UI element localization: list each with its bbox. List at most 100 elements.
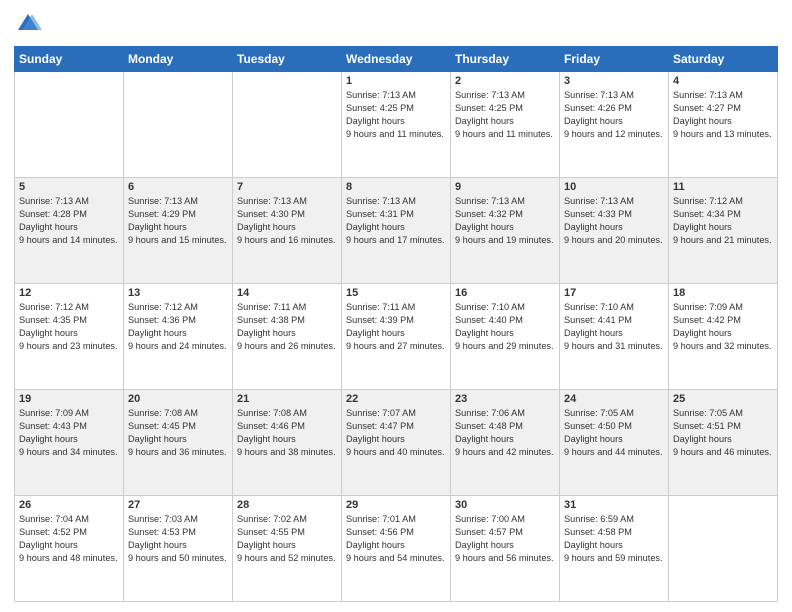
day-info: Sunrise: 7:08 AMSunset: 4:45 PMDaylight … <box>128 407 228 459</box>
weekday-header-sunday: Sunday <box>15 47 124 72</box>
day-cell: 20 Sunrise: 7:08 AMSunset: 4:45 PMDayligh… <box>124 390 233 496</box>
day-number: 3 <box>564 75 664 87</box>
day-info: Sunrise: 7:13 AMSunset: 4:31 PMDaylight … <box>346 195 446 247</box>
day-info: Sunrise: 7:10 AMSunset: 4:40 PMDaylight … <box>455 301 555 353</box>
day-cell: 8 Sunrise: 7:13 AMSunset: 4:31 PMDaylight… <box>342 178 451 284</box>
day-cell: 22Sunrise: 7:07 AMSunset: 4:47 PMDayligh… <box>342 390 451 496</box>
day-info: Sunrise: 7:12 AMSunset: 4:35 PMDaylight … <box>19 301 119 353</box>
week-row-2: 5 Sunrise: 7:13 AMSunset: 4:28 PMDaylight… <box>15 178 778 284</box>
weekday-header-monday: Monday <box>124 47 233 72</box>
day-info: Sunrise: 7:00 AMSunset: 4:57 PMDaylight … <box>455 513 555 565</box>
day-cell: 5 Sunrise: 7:13 AMSunset: 4:28 PMDaylight… <box>15 178 124 284</box>
day-number: 20 <box>128 393 228 405</box>
day-number: 31 <box>564 499 664 511</box>
day-info: Sunrise: 7:13 AMSunset: 4:25 PMDaylight … <box>346 89 446 141</box>
day-number: 16 <box>455 287 555 299</box>
day-number: 22 <box>346 393 446 405</box>
day-info: Sunrise: 7:03 AMSunset: 4:53 PMDaylight … <box>128 513 228 565</box>
day-info: Sunrise: 7:08 AMSunset: 4:46 PMDaylight … <box>237 407 337 459</box>
day-number: 11 <box>673 181 773 193</box>
day-info: Sunrise: 7:05 AMSunset: 4:50 PMDaylight … <box>564 407 664 459</box>
header <box>14 10 778 38</box>
day-cell <box>15 72 124 178</box>
day-number: 18 <box>673 287 773 299</box>
day-cell: 7 Sunrise: 7:13 AMSunset: 4:30 PMDaylight… <box>233 178 342 284</box>
day-number: 13 <box>128 287 228 299</box>
day-cell: 25Sunrise: 7:05 AMSunset: 4:51 PMDayligh… <box>669 390 778 496</box>
day-number: 24 <box>564 393 664 405</box>
day-cell: 11 Sunrise: 7:12 AMSunset: 4:34 PMDayligh… <box>669 178 778 284</box>
day-number: 23 <box>455 393 555 405</box>
day-number: 14 <box>237 287 337 299</box>
week-row-3: 12 Sunrise: 7:12 AMSunset: 4:35 PMDayligh… <box>15 284 778 390</box>
weekday-header-tuesday: Tuesday <box>233 47 342 72</box>
day-cell: 4Sunrise: 7:13 AMSunset: 4:27 PMDaylight… <box>669 72 778 178</box>
day-cell: 3 Sunrise: 7:13 AMSunset: 4:26 PMDaylight… <box>560 72 669 178</box>
day-info: Sunrise: 7:09 AMSunset: 4:42 PMDaylight … <box>673 301 773 353</box>
day-cell: 13 Sunrise: 7:12 AMSunset: 4:36 PMDayligh… <box>124 284 233 390</box>
day-number: 2 <box>455 75 555 87</box>
day-info: Sunrise: 7:06 AMSunset: 4:48 PMDaylight … <box>455 407 555 459</box>
day-cell: 1 Sunrise: 7:13 AMSunset: 4:25 PMDaylight… <box>342 72 451 178</box>
day-cell: 23 Sunrise: 7:06 AMSunset: 4:48 PMDayligh… <box>451 390 560 496</box>
day-cell: 15 Sunrise: 7:11 AMSunset: 4:39 PMDayligh… <box>342 284 451 390</box>
day-cell <box>124 72 233 178</box>
day-cell: 17Sunrise: 7:10 AMSunset: 4:41 PMDayligh… <box>560 284 669 390</box>
day-info: Sunrise: 7:13 AMSunset: 4:28 PMDaylight … <box>19 195 119 247</box>
day-cell: 9 Sunrise: 7:13 AMSunset: 4:32 PMDaylight… <box>451 178 560 284</box>
calendar-page: SundayMondayTuesdayWednesdayThursdayFrid… <box>0 0 792 612</box>
day-number: 29 <box>346 499 446 511</box>
day-number: 8 <box>346 181 446 193</box>
day-number: 10 <box>564 181 664 193</box>
day-cell: 31Sunrise: 6:59 AMSunset: 4:58 PMDayligh… <box>560 496 669 602</box>
day-number: 21 <box>237 393 337 405</box>
week-row-5: 26 Sunrise: 7:04 AMSunset: 4:52 PMDayligh… <box>15 496 778 602</box>
day-cell: 10 Sunrise: 7:13 AMSunset: 4:33 PMDayligh… <box>560 178 669 284</box>
day-number: 27 <box>128 499 228 511</box>
day-cell: 29 Sunrise: 7:01 AMSunset: 4:56 PMDayligh… <box>342 496 451 602</box>
day-number: 26 <box>19 499 119 511</box>
weekday-header-row: SundayMondayTuesdayWednesdayThursdayFrid… <box>15 47 778 72</box>
day-cell <box>233 72 342 178</box>
day-number: 15 <box>346 287 446 299</box>
week-row-1: 1 Sunrise: 7:13 AMSunset: 4:25 PMDaylight… <box>15 72 778 178</box>
day-cell <box>669 496 778 602</box>
day-cell: 2 Sunrise: 7:13 AMSunset: 4:25 PMDaylight… <box>451 72 560 178</box>
day-info: Sunrise: 7:09 AMSunset: 4:43 PMDaylight … <box>19 407 119 459</box>
day-info: Sunrise: 7:04 AMSunset: 4:52 PMDaylight … <box>19 513 119 565</box>
day-number: 12 <box>19 287 119 299</box>
day-cell: 27 Sunrise: 7:03 AMSunset: 4:53 PMDayligh… <box>124 496 233 602</box>
day-cell: 14 Sunrise: 7:11 AMSunset: 4:38 PMDayligh… <box>233 284 342 390</box>
day-info: Sunrise: 7:11 AMSunset: 4:38 PMDaylight … <box>237 301 337 353</box>
day-number: 28 <box>237 499 337 511</box>
day-info: Sunrise: 7:05 AMSunset: 4:51 PMDaylight … <box>673 407 773 459</box>
day-number: 9 <box>455 181 555 193</box>
day-cell: 6 Sunrise: 7:13 AMSunset: 4:29 PMDaylight… <box>124 178 233 284</box>
day-cell: 18 Sunrise: 7:09 AMSunset: 4:42 PMDayligh… <box>669 284 778 390</box>
logo <box>14 10 46 38</box>
day-cell: 21 Sunrise: 7:08 AMSunset: 4:46 PMDayligh… <box>233 390 342 496</box>
day-number: 5 <box>19 181 119 193</box>
day-info: Sunrise: 7:10 AMSunset: 4:41 PMDaylight … <box>564 301 664 353</box>
day-info: Sunrise: 7:12 AMSunset: 4:34 PMDaylight … <box>673 195 773 247</box>
weekday-header-wednesday: Wednesday <box>342 47 451 72</box>
day-number: 1 <box>346 75 446 87</box>
day-info: Sunrise: 7:11 AMSunset: 4:39 PMDaylight … <box>346 301 446 353</box>
day-number: 4 <box>673 75 773 87</box>
logo-icon <box>14 10 42 38</box>
day-number: 30 <box>455 499 555 511</box>
week-row-4: 19Sunrise: 7:09 AMSunset: 4:43 PMDayligh… <box>15 390 778 496</box>
day-info: Sunrise: 7:13 AMSunset: 4:32 PMDaylight … <box>455 195 555 247</box>
day-info: Sunrise: 7:12 AMSunset: 4:36 PMDaylight … <box>128 301 228 353</box>
day-cell: 16 Sunrise: 7:10 AMSunset: 4:40 PMDayligh… <box>451 284 560 390</box>
day-info: Sunrise: 7:13 AMSunset: 4:30 PMDaylight … <box>237 195 337 247</box>
day-info: Sunrise: 7:13 AMSunset: 4:33 PMDaylight … <box>564 195 664 247</box>
day-info: Sunrise: 7:13 AMSunset: 4:25 PMDaylight … <box>455 89 555 141</box>
day-info: Sunrise: 7:13 AMSunset: 4:26 PMDaylight … <box>564 89 664 141</box>
day-number: 7 <box>237 181 337 193</box>
day-cell: 24 Sunrise: 7:05 AMSunset: 4:50 PMDayligh… <box>560 390 669 496</box>
weekday-header-friday: Friday <box>560 47 669 72</box>
day-info: Sunrise: 7:13 AMSunset: 4:29 PMDaylight … <box>128 195 228 247</box>
day-number: 6 <box>128 181 228 193</box>
day-info: Sunrise: 7:01 AMSunset: 4:56 PMDaylight … <box>346 513 446 565</box>
